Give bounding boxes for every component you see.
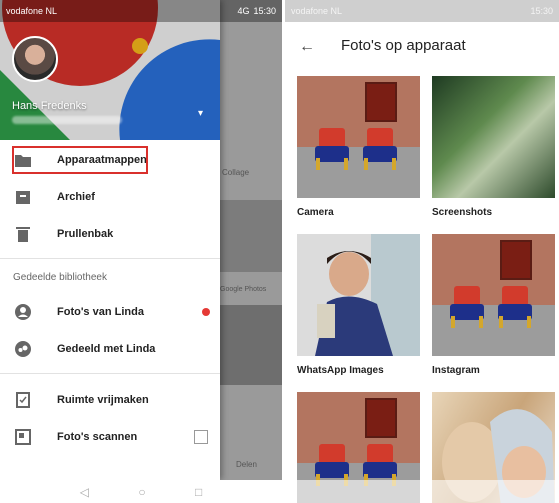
back-arrow-icon[interactable]: ← bbox=[299, 38, 315, 56]
drawer-item-label: Foto's van Linda bbox=[57, 306, 144, 318]
drawer-item-gedeeld-met-linda[interactable]: Gedeeld met Linda bbox=[0, 332, 220, 366]
drawer-item-prullenbak[interactable]: Prullenbak bbox=[0, 217, 220, 251]
carrier-label: vodafone NL bbox=[6, 6, 58, 16]
system-nav-bar: ◁ ○ □ bbox=[0, 480, 282, 503]
navigation-drawer: Hans Fredenks ▾ Apparaatmappen Archief P… bbox=[0, 0, 220, 480]
right-phone-screen: vodafone NL 15:30 ← Foto's op apparaat C… bbox=[285, 0, 559, 503]
account-dropdown-icon[interactable]: ▾ bbox=[198, 108, 203, 119]
window-shape bbox=[500, 240, 532, 280]
drawer-item-fotos-scannen[interactable]: Foto's scannen bbox=[0, 420, 220, 454]
divider bbox=[0, 373, 220, 374]
drawer-item-label: Foto's scannen bbox=[57, 431, 138, 443]
drawer-item-ruimte-vrijmaken[interactable]: Ruimte vrijmaken bbox=[0, 383, 220, 417]
free-space-icon bbox=[14, 391, 32, 409]
background-photo bbox=[220, 200, 282, 272]
chairs-shape bbox=[446, 286, 538, 334]
scan-icon bbox=[14, 428, 32, 446]
notification-dot bbox=[202, 308, 210, 316]
drawer-item-fotos-van-linda[interactable]: Foto's van Linda bbox=[0, 295, 220, 329]
drawer-item-label: Ruimte vrijmaken bbox=[57, 394, 149, 406]
home-nav-icon[interactable]: ○ bbox=[138, 485, 145, 499]
left-phone-screen: Collage Google Photos Delen Hans Fredenk… bbox=[0, 0, 282, 503]
album-thumbnail bbox=[432, 234, 555, 356]
window-shape bbox=[365, 398, 397, 438]
screenshot-stage: Collage Google Photos Delen Hans Fredenk… bbox=[0, 0, 559, 503]
collage-label: Collage bbox=[222, 168, 250, 177]
drawer-item-label: Prullenbak bbox=[57, 228, 114, 240]
album-thumbnail bbox=[432, 76, 555, 198]
trash-icon bbox=[14, 225, 32, 243]
photos-label: Google Photos bbox=[220, 286, 267, 293]
user-name: Hans Fredenks bbox=[12, 100, 87, 112]
status-bar: vodafone NL 15:30 bbox=[285, 0, 559, 22]
album-thumbnail bbox=[297, 76, 420, 198]
divider bbox=[0, 258, 220, 259]
person-icon bbox=[14, 303, 32, 321]
album-camera[interactable]: Camera bbox=[297, 76, 420, 218]
album-label: Instagram bbox=[432, 365, 480, 376]
avatar[interactable] bbox=[12, 36, 58, 82]
app-bar: ← Foto's op apparaat bbox=[285, 22, 559, 72]
album-thumbnail bbox=[297, 234, 420, 356]
album-label: WhatsApp Images bbox=[297, 365, 384, 376]
drawer-item-label: Archief bbox=[57, 191, 95, 203]
background-app: Collage Google Photos Delen bbox=[220, 0, 282, 503]
album-label: Camera bbox=[297, 207, 334, 218]
album-screenshots[interactable]: Screenshots bbox=[432, 76, 555, 218]
system-nav-bar bbox=[285, 480, 559, 503]
shared-icon bbox=[14, 340, 32, 358]
archive-icon bbox=[14, 188, 32, 206]
highlight-box bbox=[12, 146, 148, 174]
user-email-blurred bbox=[12, 116, 122, 124]
back-nav-icon[interactable]: ◁ bbox=[80, 485, 89, 499]
clock: 15:30 bbox=[253, 6, 276, 16]
background-photo bbox=[220, 305, 282, 385]
page-title: Foto's op apparaat bbox=[341, 37, 466, 54]
album-whatsapp-images[interactable]: WhatsApp Images bbox=[297, 234, 420, 376]
carrier-label: vodafone NL bbox=[291, 6, 343, 16]
section-title: Gedeelde bibliotheek bbox=[13, 272, 107, 283]
delen-label: Delen bbox=[236, 460, 257, 469]
child-photo bbox=[315, 251, 393, 356]
window-shape bbox=[365, 82, 397, 122]
drawer-item-archief[interactable]: Archief bbox=[0, 180, 220, 214]
chairs-shape bbox=[311, 128, 403, 176]
clock: 15:30 bbox=[530, 6, 553, 16]
album-instagram[interactable]: Instagram bbox=[432, 234, 555, 376]
album-label: Screenshots bbox=[432, 207, 493, 218]
status-bar: vodafone NL 4G 15:30 bbox=[0, 0, 282, 22]
recents-nav-icon[interactable]: □ bbox=[195, 485, 202, 499]
external-link-icon bbox=[194, 430, 208, 444]
network-icon: 4G bbox=[237, 6, 250, 16]
drawer-item-label: Gedeeld met Linda bbox=[57, 343, 156, 355]
